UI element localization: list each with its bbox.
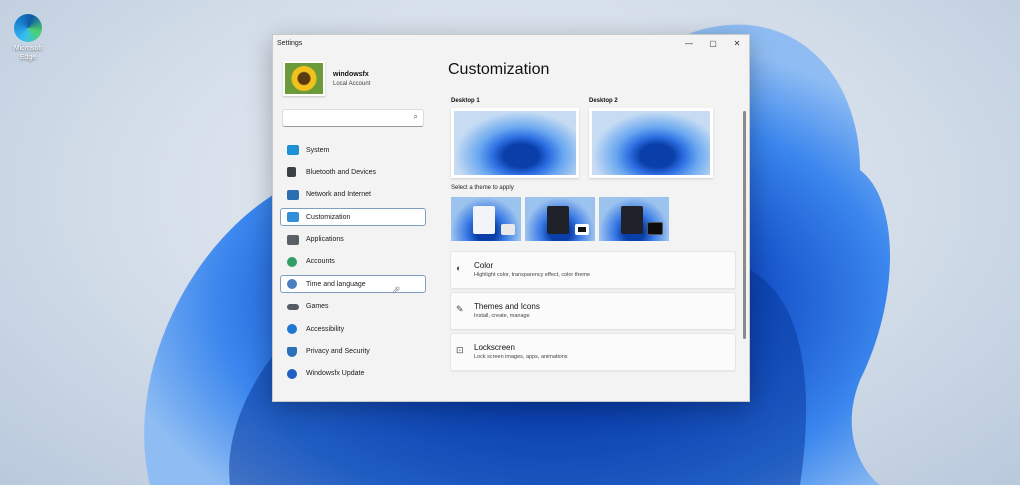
close-button[interactable]: ✕ [725, 39, 749, 48]
sidebar-item-label: Time and language [306, 280, 366, 288]
theme-window-preview [621, 206, 643, 234]
minimize-button[interactable]: — [677, 39, 701, 48]
sidebar: windowsfx Local Account ⌕ System Bluetoo… [273, 51, 433, 401]
customization-icon [287, 212, 299, 223]
maximize-button[interactable]: ▢ [701, 39, 725, 48]
devices-icon [287, 167, 296, 178]
accounts-icon [287, 256, 297, 267]
sidebar-item-applications[interactable]: Applications [280, 231, 426, 249]
sidebar-item-label: Accounts [306, 258, 335, 266]
desktop-1-label: Desktop 1 [451, 98, 480, 104]
mouse-cursor-icon: ➚ [392, 285, 401, 296]
palette-icon: ◐ [456, 263, 462, 273]
apps-icon [287, 234, 299, 245]
main-content: Customization Desktop 1 Desktop 2 Select… [448, 51, 749, 401]
card-title: Color [474, 261, 494, 270]
sidebar-item-time-language[interactable]: Time and language [280, 275, 426, 294]
sidebar-item-network[interactable]: Network and Internet [280, 186, 426, 204]
sidebar-item-customization[interactable]: Customization [280, 208, 426, 227]
edge-icon [14, 14, 42, 42]
desktop-2-thumbnail[interactable] [589, 108, 713, 178]
sidebar-item-label: Privacy and Security [306, 348, 370, 356]
titlebar[interactable]: Settings — ▢ ✕ [273, 35, 749, 51]
sidebar-item-label: System [306, 146, 330, 154]
profile-name: windowsfx [333, 70, 369, 78]
sidebar-nav: System Bluetooth and Devices Network and… [280, 141, 426, 387]
theme-window-preview [473, 206, 495, 234]
sidebar-item-label: Games [306, 303, 329, 311]
sidebar-item-label: Accessibility [306, 325, 345, 333]
search-icon[interactable]: ⌕ [414, 112, 418, 122]
sidebar-item-games[interactable]: Games [280, 298, 426, 316]
color-card[interactable]: ◐ Color Highlight color, transparency ef… [450, 251, 736, 289]
update-icon [287, 368, 297, 379]
globe-icon [287, 279, 297, 290]
edge-label: Microsoft Edge [13, 45, 43, 61]
lock-icon: ⊡ [456, 345, 464, 355]
profile-account-type: Local Account [333, 80, 371, 87]
themes-icons-card[interactable]: ✎ Themes and Icons Install, create, mana… [450, 292, 736, 330]
theme-dark[interactable] [525, 197, 595, 241]
desktop-2-label: Desktop 2 [589, 98, 618, 104]
search-input[interactable]: ⌕ [282, 109, 424, 127]
sidebar-item-accounts[interactable]: Accounts [280, 253, 426, 271]
sidebar-item-label: Windowsfx Update [306, 370, 365, 378]
card-title: Lockscreen [474, 343, 515, 352]
card-title: Themes and Icons [474, 302, 540, 311]
card-subtitle: Install, create, manage [474, 313, 530, 319]
sidebar-item-label: Bluetooth and Devices [306, 168, 377, 176]
sidebar-item-system[interactable]: System [280, 141, 426, 159]
card-subtitle: Highlight color, transparency effect, co… [474, 272, 591, 278]
gamepad-icon [287, 303, 299, 310]
scrollbar[interactable] [743, 111, 746, 339]
settings-window: Settings — ▢ ✕ windowsfx Local Account ⌕… [272, 34, 750, 402]
network-icon [287, 189, 299, 200]
themes-label: Select a theme to apply [451, 185, 514, 191]
pen-icon: ✎ [456, 304, 464, 314]
window-title: Settings [277, 39, 303, 47]
sidebar-item-label: Network and Internet [306, 191, 371, 199]
theme-badge [575, 224, 589, 235]
sidebar-item-bluetooth[interactable]: Bluetooth and Devices [280, 163, 426, 181]
theme-light[interactable] [451, 197, 521, 241]
theme-window-preview [547, 206, 569, 234]
sidebar-item-update[interactable]: Windowsfx Update [280, 365, 426, 383]
avatar[interactable] [283, 61, 325, 96]
theme-badge [647, 222, 663, 235]
lockscreen-card[interactable]: ⊡ Lockscreen Lock screen images, apps, a… [450, 333, 736, 371]
desktop-1-thumbnail[interactable] [451, 108, 579, 178]
card-subtitle: Lock screen images, apps, animations [474, 354, 568, 360]
profile-section[interactable]: windowsfx Local Account [283, 61, 370, 96]
sidebar-item-privacy[interactable]: Privacy and Security [280, 343, 426, 361]
desktop-icon-edge[interactable]: Microsoft Edge [8, 14, 48, 62]
shield-icon [287, 346, 297, 357]
sidebar-item-accessibility[interactable]: Accessibility [280, 320, 426, 338]
sidebar-item-label: Applications [306, 236, 344, 244]
monitor-icon [287, 145, 299, 155]
theme-badge [501, 224, 515, 235]
accessibility-icon [287, 324, 297, 335]
sidebar-item-label: Customization [306, 213, 351, 221]
theme-dark-alt[interactable] [599, 197, 669, 241]
page-title: Customization [448, 61, 550, 78]
